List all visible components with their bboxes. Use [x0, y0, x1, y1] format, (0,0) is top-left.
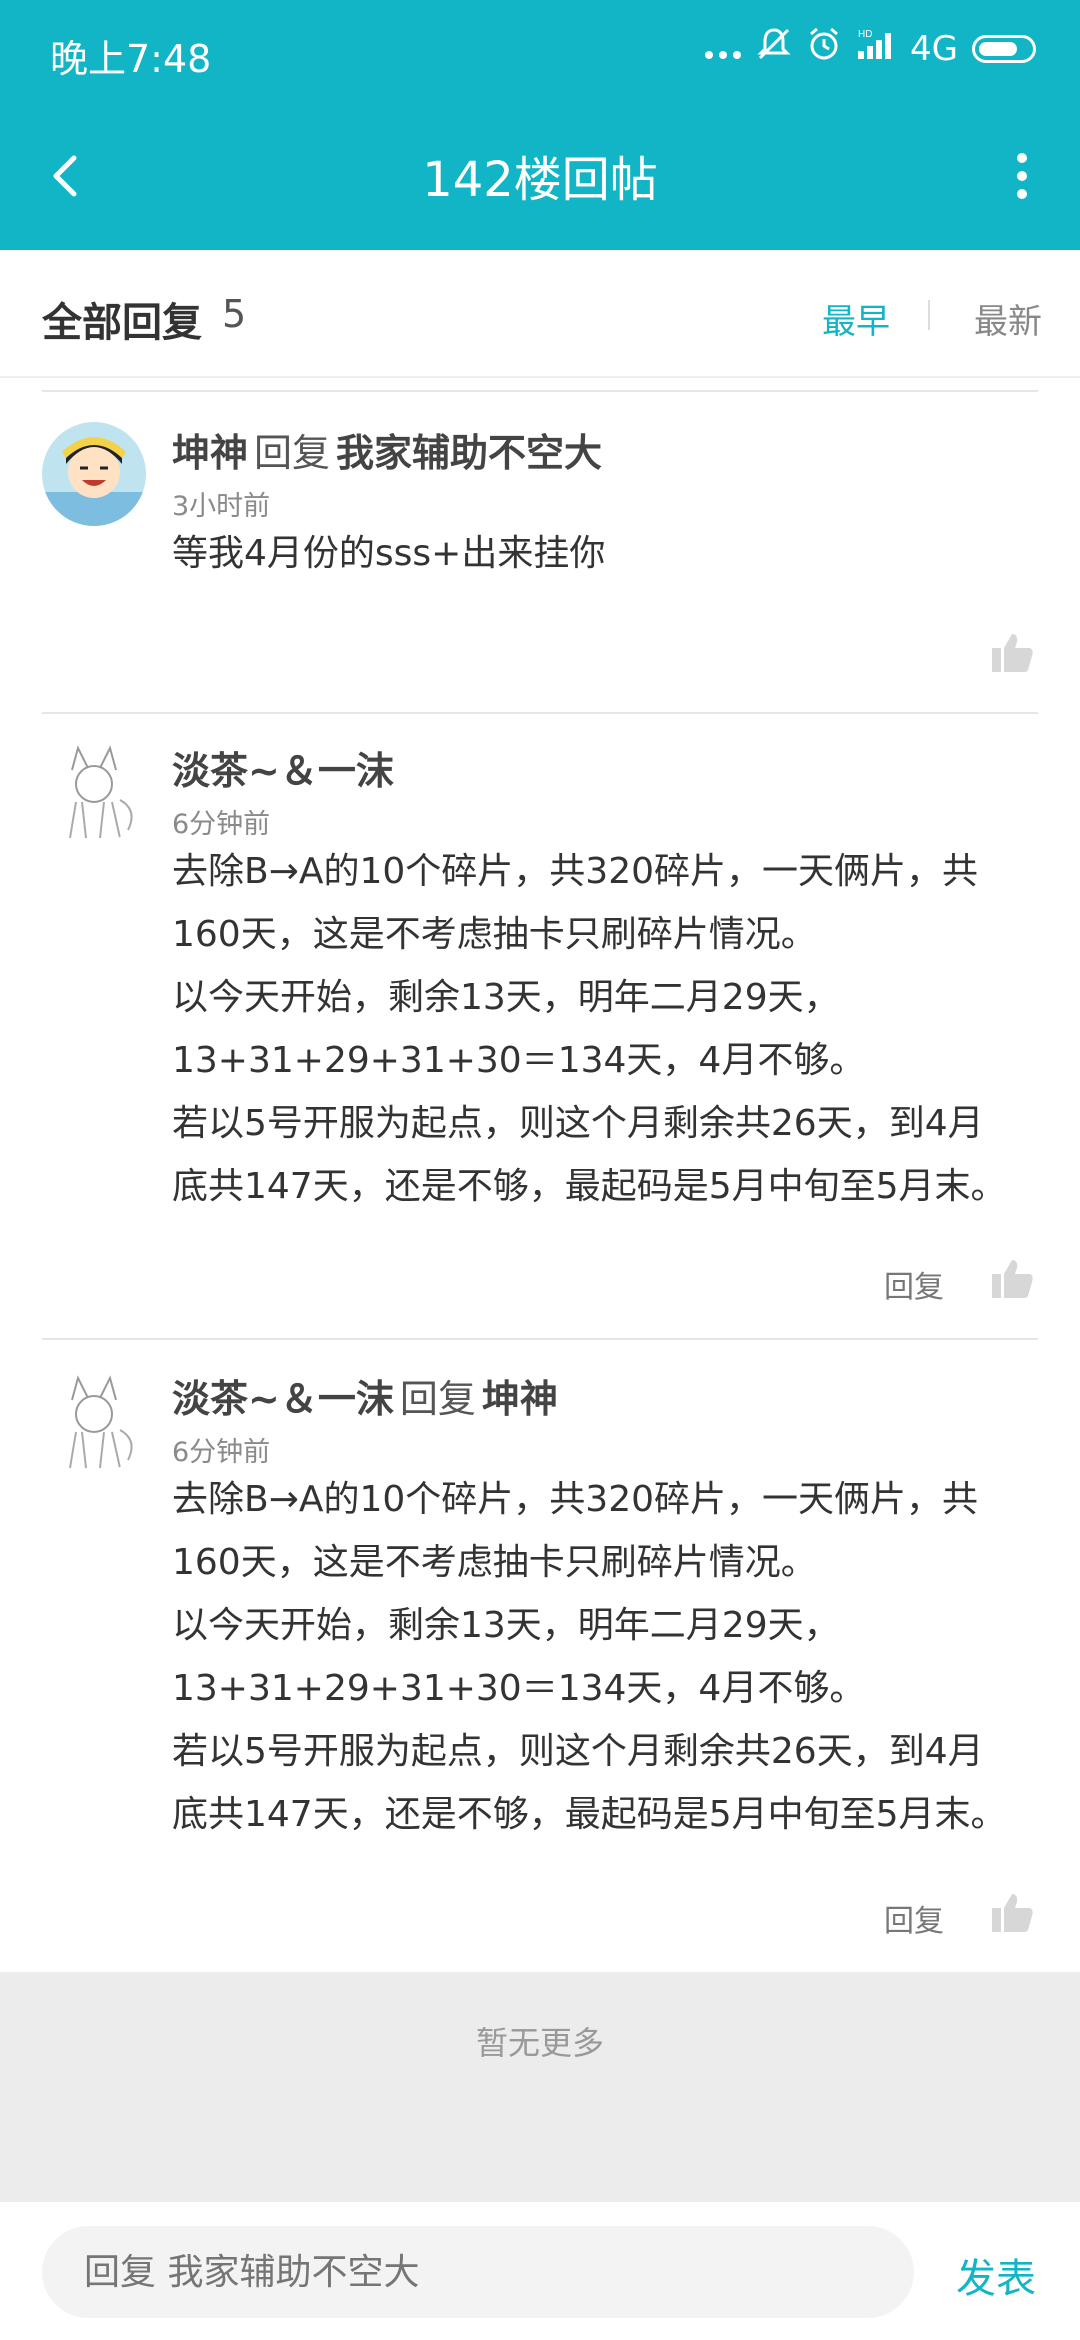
author-name[interactable]: 坤神: [172, 431, 248, 475]
app-bar: 142楼回帖: [0, 110, 1080, 250]
reply-line: 底共147天，还是不够，最起码是5月中旬至5月末。: [172, 1166, 1007, 1207]
reply-line: 若以5号开服为起点，则这个月剩余共26天，到4月: [172, 1731, 984, 1772]
avatar[interactable]: [42, 740, 146, 844]
replies-label: 全部回复: [42, 300, 202, 346]
reply-time: 6分钟前: [172, 809, 271, 840]
avatar[interactable]: [42, 422, 146, 526]
like-button[interactable]: [990, 1256, 1034, 1300]
reply-content: 去除B→A的10个碎片，共320碎片，一天俩片，共 160天，这是不考虑抽卡只刷…: [172, 1468, 1042, 1846]
network-type: 4G: [910, 28, 958, 69]
more-dots-icon: [704, 29, 742, 69]
reply-header: 淡茶~＆一沫: [172, 740, 406, 795]
reply-header: 淡茶~＆一沫 回复 坤神: [172, 1368, 558, 1423]
alarm-icon: [806, 26, 842, 71]
status-time: 晚上7:48: [50, 37, 212, 81]
reply-word: 回复: [399, 1377, 476, 1421]
send-button[interactable]: 发表: [956, 2246, 1036, 2304]
author-name[interactable]: 淡茶~＆一沫: [172, 749, 394, 793]
sort-divider: [928, 300, 930, 330]
reply-time: 3小时前: [172, 491, 271, 522]
reply-line: 去除B→A的10个碎片，共320碎片，一天俩片，共: [172, 1479, 979, 1520]
author-name[interactable]: 淡茶~＆一沫: [172, 1377, 394, 1421]
reply-line: 以今天开始，剩余13天，明年二月29天，: [172, 977, 840, 1018]
page-title: 142楼回帖: [422, 152, 658, 208]
reply-target[interactable]: 坤神: [482, 1377, 558, 1421]
reply-item: 淡茶~＆一沫 6分钟前 去除B→A的10个碎片，共320碎片，一天俩片，共 16…: [0, 714, 1080, 1338]
thumbs-up-icon: [992, 1260, 1033, 1298]
reply-line: 去除B→A的10个碎片，共320碎片，一天俩片，共: [172, 851, 979, 892]
thumbs-up-icon: [992, 634, 1033, 672]
reply-line: 以今天开始，剩余13天，明年二月29天，: [172, 1605, 840, 1646]
reply-line: 若以5号开服为起点，则这个月剩余共26天，到4月: [172, 1103, 984, 1144]
reply-word: 回复: [254, 431, 331, 475]
signal-icon: HD: [856, 27, 896, 70]
reply-line: 160天，这是不考虑抽卡只刷碎片情况。: [172, 1542, 817, 1583]
reply-time: 6分钟前: [172, 1437, 271, 1468]
sort-latest-tab[interactable]: 最新: [974, 294, 1042, 343]
more-options-button[interactable]: [986, 146, 1046, 216]
thumbs-up-icon: [992, 1894, 1033, 1932]
reply-header: 坤神 回复 我家辅助不空大: [172, 422, 602, 477]
reply-line: 13+31+29+31+30＝134天，4月不够。: [172, 1668, 866, 1709]
reply-line: 160天，这是不考虑抽卡只刷碎片情况。: [172, 914, 817, 955]
reply-item: 坤神 回复 我家辅助不空大 3小时前 等我4月份的sss+出来挂你: [0, 392, 1080, 712]
sort-earliest-tab[interactable]: 最早: [822, 294, 890, 343]
hd-label: HD: [858, 29, 872, 40]
no-more-section: 暂无更多: [0, 1972, 1080, 2202]
reply-input[interactable]: [42, 2226, 914, 2318]
reply-content: 等我4月份的sss+出来挂你: [172, 522, 1042, 585]
status-icons: HD 4G: [704, 26, 1036, 71]
reply-composer: 发表: [0, 2202, 1080, 2340]
avatar[interactable]: [42, 1370, 146, 1474]
no-more-text: 暂无更多: [475, 2024, 604, 2062]
reply-content: 去除B→A的10个碎片，共320碎片，一天俩片，共 160天，这是不考虑抽卡只刷…: [172, 840, 1042, 1218]
reply-button[interactable]: 回复: [884, 1896, 944, 1940]
reply-line: 底共147天，还是不够，最起码是5月中旬至5月末。: [172, 1794, 1007, 1835]
status-bar: 晚上7:48 HD 4G: [0, 0, 1080, 110]
battery-icon: [972, 34, 1036, 63]
more-vertical-icon: [1017, 153, 1027, 199]
reply-line: 等我4月份的sss+出来挂你: [172, 533, 606, 574]
reply-target[interactable]: 我家辅助不空大: [336, 431, 602, 475]
reply-line: 13+31+29+31+30＝134天，4月不够。: [172, 1040, 866, 1081]
reply-button[interactable]: 回复: [884, 1262, 944, 1306]
like-button[interactable]: [990, 1890, 1034, 1934]
like-button[interactable]: [990, 630, 1034, 674]
reply-item: 淡茶~＆一沫 回复 坤神 6分钟前 去除B→A的10个碎片，共320碎片，一天俩片，…: [0, 1340, 1080, 1972]
replies-count: 5: [222, 292, 247, 336]
replies-header: 全部回复 5 最早 最新: [0, 250, 1080, 378]
mute-bell-icon: [756, 26, 792, 71]
